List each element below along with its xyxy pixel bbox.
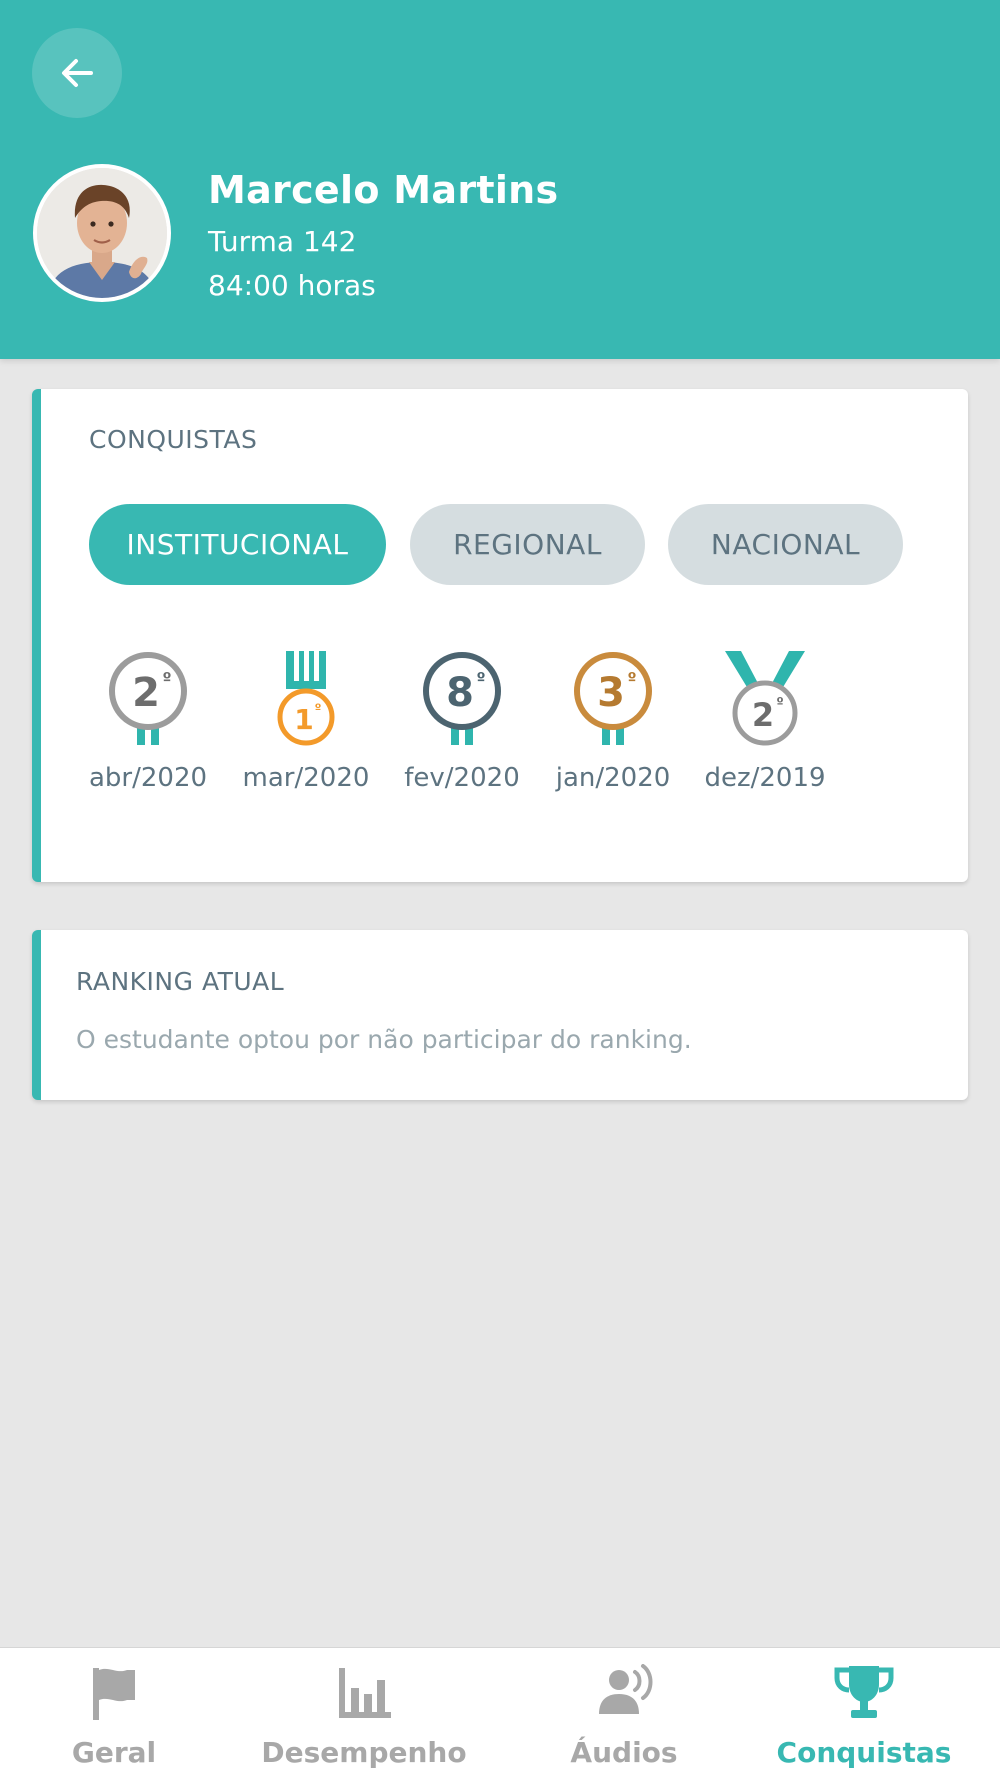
tab-nacional[interactable]: NACIONAL <box>668 504 903 585</box>
ranking-title: RANKING ATUAL <box>76 967 285 996</box>
medal-date: abr/2020 <box>88 763 208 793</box>
nav-audios[interactable]: Áudios <box>514 1664 734 1774</box>
ranking-message: O estudante optou por não participar do … <box>76 1025 692 1054</box>
bar-chart-icon <box>339 1668 391 1718</box>
ranking-badge-icon: 8 º <box>423 652 501 745</box>
back-button[interactable] <box>32 28 122 118</box>
silver-medal-icon: 2 º <box>109 652 187 745</box>
svg-text:3: 3 <box>597 670 625 716</box>
nav-label: Áudios <box>570 1736 678 1769</box>
nav-label: Conquistas <box>776 1736 952 1769</box>
nav-desempenho[interactable]: Desempenho <box>254 1664 474 1774</box>
profile-header: Marcelo Martins Turma 142 84:00 horas <box>0 0 1000 359</box>
medal-date: mar/2020 <box>242 763 370 793</box>
bottom-navigation: Geral Desempenho Áudios Conquistas <box>0 1647 1000 1778</box>
nav-geral[interactable]: Geral <box>4 1664 224 1774</box>
student-class: Turma 142 <box>208 225 357 258</box>
arrow-left-icon <box>62 59 93 87</box>
medal-date: jan/2020 <box>555 763 671 793</box>
achievements-title: CONQUISTAS <box>89 425 258 454</box>
svg-text:º: º <box>476 669 485 688</box>
gold-medal-icon: 1 º <box>277 651 335 746</box>
medal-item[interactable]: 8 º fev/2020 <box>397 651 527 801</box>
svg-text:º: º <box>627 669 636 688</box>
student-name: Marcelo Martins <box>208 168 559 212</box>
tab-regional[interactable]: REGIONAL <box>410 504 645 585</box>
achievements-card: CONQUISTAS INSTITUCIONAL REGIONAL NACION… <box>32 389 968 882</box>
nav-label: Desempenho <box>261 1736 467 1769</box>
svg-text:2: 2 <box>132 670 160 716</box>
flag-icon <box>93 1668 135 1720</box>
silver-medal-icon: 2 º <box>725 651 805 746</box>
nav-conquistas[interactable]: Conquistas <box>754 1664 974 1774</box>
medal-item[interactable]: 2 º abr/2020 <box>83 651 213 801</box>
medal-date: fev/2020 <box>404 763 520 793</box>
svg-text:8: 8 <box>446 670 474 716</box>
medal-item[interactable]: 2 º dez/2019 <box>700 651 830 801</box>
audio-speaker-icon <box>599 1664 653 1714</box>
svg-text:º: º <box>776 696 783 711</box>
trophy-icon <box>834 1666 894 1718</box>
user-photo <box>37 168 167 298</box>
svg-text:1: 1 <box>294 703 313 736</box>
nav-label: Geral <box>71 1736 157 1769</box>
medal-date: dez/2019 <box>704 763 826 793</box>
svg-text:º: º <box>162 669 171 688</box>
student-hours: 84:00 horas <box>208 269 376 302</box>
svg-text:º: º <box>315 701 322 715</box>
medal-item[interactable]: 1 º mar/2020 <box>241 651 371 801</box>
tab-institucional[interactable]: INSTITUCIONAL <box>89 504 386 585</box>
ranking-card: RANKING ATUAL O estudante optou por não … <box>32 930 968 1100</box>
avatar <box>33 164 171 302</box>
svg-text:2: 2 <box>752 696 774 734</box>
bronze-medal-icon: 3 º <box>574 652 652 745</box>
medal-item[interactable]: 3 º jan/2020 <box>548 651 678 801</box>
